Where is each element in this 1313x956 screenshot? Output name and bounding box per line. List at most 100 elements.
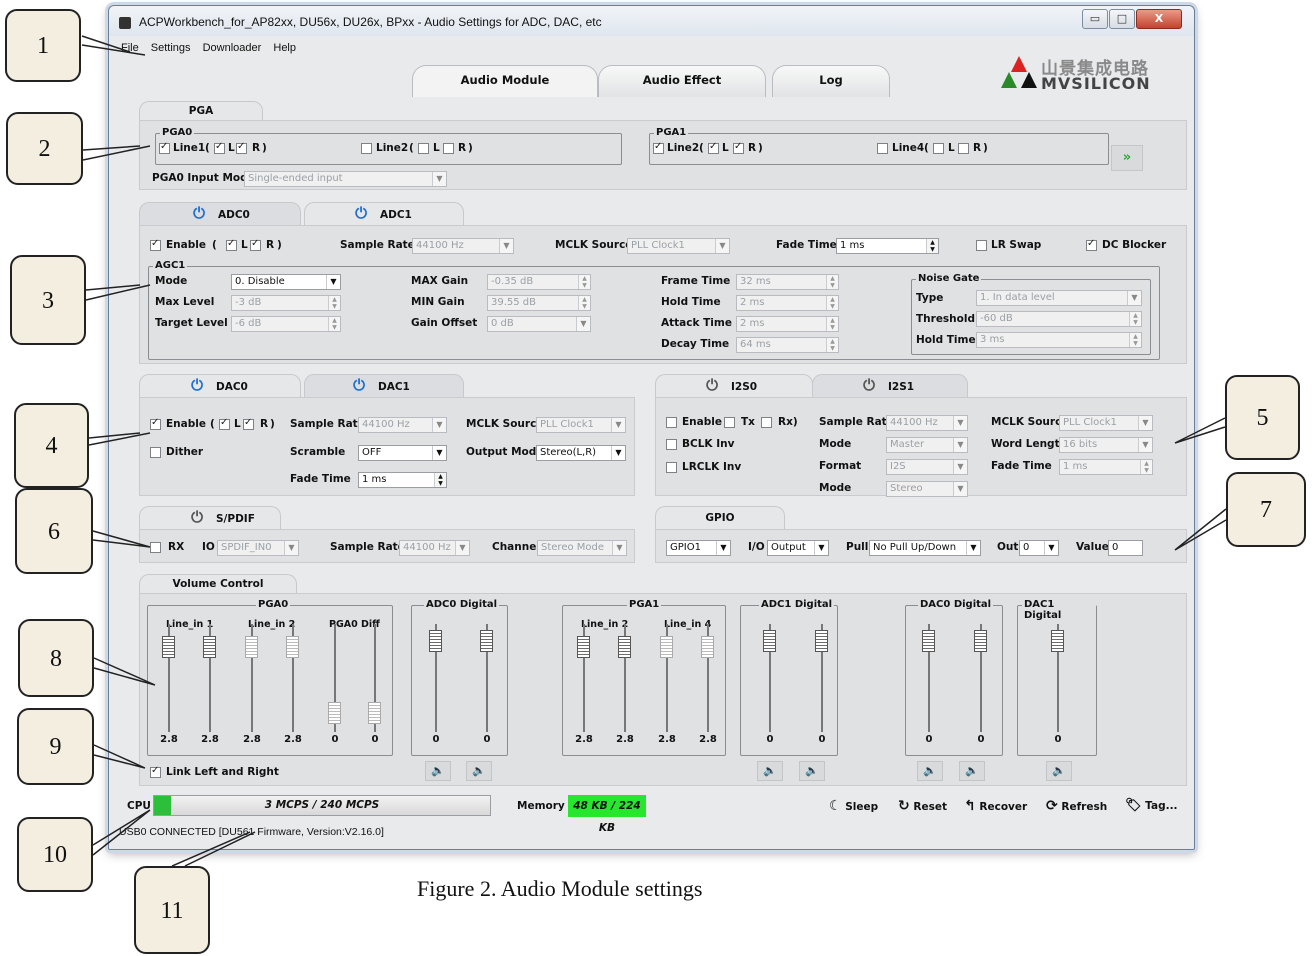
refresh-button[interactable]: ⟳ Refresh [1046,795,1107,817]
pga0-line2-l-checkbox[interactable] [418,143,429,154]
i2s-fade-spinbox[interactable]: 1 ms ▲ ▼ [1059,459,1153,475]
fader-knob[interactable] [1051,630,1064,652]
fader-knob[interactable] [815,630,828,652]
i2s-sample-rate-select[interactable]: 44100 Hz ▼ [886,415,968,431]
word-length-select[interactable]: 16 bits ▼ [1059,437,1153,453]
tab-dac0[interactable]: ⏻ DAC0 [139,374,301,398]
scramble-select[interactable]: OFF ▼ [358,445,447,461]
gain-offset-select[interactable]: 0 dB ▼ [487,316,591,332]
fader-knob[interactable] [203,636,216,658]
pga0-line1-checkbox[interactable] [159,141,170,154]
tab-adc0[interactable]: ⏻ ADC0 [139,202,301,226]
i2s-enable-checkbox[interactable] [666,417,677,428]
fader-knob[interactable] [328,702,341,724]
dac-enable-checkbox[interactable] [150,417,161,430]
menu-settings[interactable]: Settings [151,42,191,54]
mute-speaker-icon[interactable]: 🔈 [799,761,825,781]
min-gain-spinbox[interactable]: 39.55 dB ▲ ▼ [487,295,591,311]
fader-knob[interactable] [922,630,935,652]
adc-sample-rate-select[interactable]: 44100 Hz ▼ [412,238,514,254]
gpio-select[interactable]: GPIO1 ▼ [666,540,731,556]
i2s-mclk-select[interactable]: PLL Clock1 ▼ [1059,415,1153,431]
pga1-line2-l-checkbox[interactable] [708,141,719,154]
ng-threshold-spinbox[interactable]: -60 dB ▲ ▼ [976,311,1142,327]
lr-swap-checkbox[interactable] [976,240,987,251]
tab-dac1[interactable]: ⏻ DAC1 [304,374,464,398]
adc-fade-spinbox[interactable]: 1 ms ▲ ▼ [836,238,939,254]
tab-pga[interactable]: PGA [139,101,263,121]
i2s-rx-checkbox[interactable] [761,417,772,428]
adc-mclk-select[interactable]: PLL Clock1 ▼ [627,238,730,254]
fader-knob[interactable] [286,636,299,658]
i2s-mode2-select[interactable]: Stereo ▼ [886,481,968,497]
i2s-format-select[interactable]: I2S ▼ [886,459,968,475]
attack-time-spinbox[interactable]: 2 ms ▲ ▼ [736,316,839,332]
tab-audio-effect[interactable]: Audio Effect [598,65,766,97]
spdif-rx-checkbox[interactable] [150,542,161,553]
mute-speaker-icon[interactable]: 🔈 [917,761,943,781]
fader-knob[interactable] [162,636,175,658]
tab-spdif[interactable]: ⏻ S/PDIF [139,506,281,530]
sleep-button[interactable]: ☾ Sleep [829,795,878,817]
dac-mclk-select[interactable]: PLL Clock1 ▼ [536,417,626,433]
gpio-value-input[interactable]: 0 [1108,540,1143,556]
tag-button[interactable]: 🏷 Tag... [1125,795,1178,817]
close-button[interactable]: X [1136,9,1182,29]
fader-knob[interactable] [701,636,714,658]
hold-time-spinbox[interactable]: 2 ms ▲ ▼ [736,295,839,311]
menu-help[interactable]: Help [273,42,296,54]
dac-fade-spinbox[interactable]: 1 ms ▲ ▼ [358,472,447,488]
fader-knob[interactable] [763,630,776,652]
pga1-line2-checkbox[interactable] [653,141,664,154]
menu-downloader[interactable]: Downloader [203,42,262,54]
link-left-right-checkbox[interactable] [150,765,161,778]
dac-r-checkbox[interactable] [243,417,254,430]
spdif-io-select[interactable]: SPDIF_IN0 ▼ [217,540,299,556]
tab-log[interactable]: Log [772,65,890,97]
dac-l-checkbox[interactable] [219,417,230,430]
maximize-button[interactable]: □ [1109,9,1135,29]
minimize-button[interactable]: ▭ [1082,9,1108,29]
dc-blocker-checkbox[interactable] [1086,238,1097,251]
fader-knob[interactable] [245,636,258,658]
pga1-line4-l-checkbox[interactable] [933,143,944,154]
tab-audio-module[interactable]: Audio Module [412,65,598,97]
frame-time-spinbox[interactable]: 32 ms ▲ ▼ [736,274,839,290]
mute-speaker-icon[interactable]: 🔈 [959,761,985,781]
fader-knob[interactable] [368,702,381,724]
pga0-line1-l-checkbox[interactable] [214,141,225,154]
pga0-line2-r-checkbox[interactable] [443,143,454,154]
mute-speaker-icon[interactable]: 🔈 [466,761,492,781]
adc-r-checkbox[interactable] [250,238,261,251]
fader-knob[interactable] [974,630,987,652]
spdif-sample-rate-select[interactable]: 44100 Hz ▼ [399,540,470,556]
agc-mode-select[interactable]: 0. Disable ▼ [231,274,341,290]
pga0-input-mode-select[interactable]: Single-ended input ▼ [244,171,447,187]
pga0-line2-checkbox[interactable] [361,143,372,154]
dac-sample-rate-select[interactable]: 44100 Hz ▼ [358,417,447,433]
tab-gpio[interactable]: GPIO [655,506,785,530]
fader-knob[interactable] [660,636,673,658]
gpio-io-select[interactable]: Output ▼ [767,540,829,556]
decay-time-spinbox[interactable]: 64 ms ▲ ▼ [736,337,839,353]
fader-knob[interactable] [577,636,590,658]
output-mode-select[interactable]: Stereo(L,R) ▼ [536,445,626,461]
lrclk-inv-checkbox[interactable] [666,462,677,473]
max-level-spinbox[interactable]: -3 dB ▲ ▼ [231,295,341,311]
bclk-inv-checkbox[interactable] [666,439,677,450]
gpio-out-select[interactable]: 0 ▼ [1019,540,1059,556]
ng-type-select[interactable]: 1. In data level ▼ [976,290,1142,306]
target-level-spinbox[interactable]: -6 dB ▲ ▼ [231,316,341,332]
mute-speaker-icon[interactable]: 🔈 [757,761,783,781]
ng-hold-spinbox[interactable]: 3 ms ▲ ▼ [976,332,1142,348]
gpio-pull-select[interactable]: No Pull Up/Down ▼ [869,540,981,556]
tab-i2s1[interactable]: ⏻ I2S1 [812,374,968,398]
mute-speaker-icon[interactable]: 🔈 [1046,761,1072,781]
menu-file[interactable]: File [121,42,139,54]
fader-knob[interactable] [618,636,631,658]
i2s-tx-checkbox[interactable] [724,417,735,428]
tab-adc1[interactable]: ⏻ ADC1 [304,202,464,226]
tab-i2s0[interactable]: ⏻ I2S0 [655,374,813,398]
pga1-line4-r-checkbox[interactable] [958,143,969,154]
i2s-mode-select[interactable]: Master ▼ [886,437,968,453]
